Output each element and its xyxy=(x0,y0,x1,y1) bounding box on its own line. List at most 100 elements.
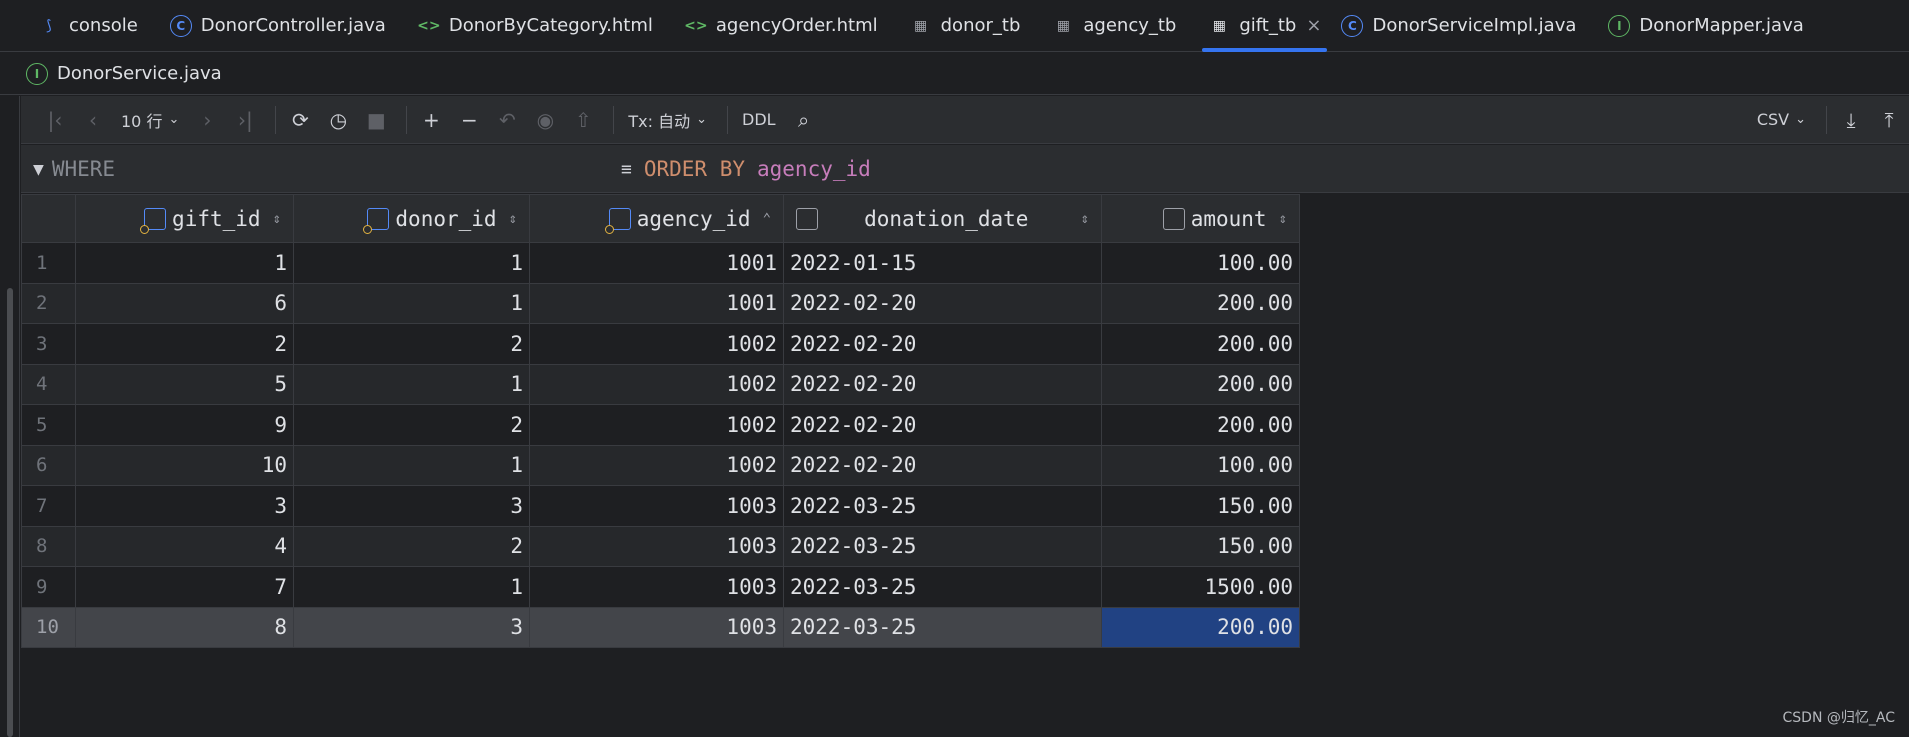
tab-donor-controller[interactable]: C DonorController.java xyxy=(154,0,402,52)
cell-gift-id[interactable]: 9 xyxy=(75,404,294,446)
cell-donation-date[interactable]: 2022-02-20 xyxy=(783,363,1102,405)
cell-donor-id[interactable]: 2 xyxy=(293,323,530,365)
table-row[interactable]: 2 6 1 1001 2022-02-20 200.00 xyxy=(21,282,1300,324)
column-header-donor-id[interactable]: donor_id ⇕ xyxy=(293,194,530,243)
sort-toggle-icon[interactable]: ⇕ xyxy=(1279,211,1287,227)
cell-agency-id[interactable]: 1002 xyxy=(529,444,784,486)
order-by-filter[interactable]: ≡ ORDER BY agency_id xyxy=(621,145,871,193)
cell-agency-id[interactable]: 1001 xyxy=(529,242,784,284)
revert-icon[interactable]: ↶ xyxy=(491,104,523,136)
table-row[interactable]: 7 3 3 1003 2022-03-25 150.00 xyxy=(21,485,1300,527)
cell-gift-id[interactable]: 10 xyxy=(75,444,294,486)
table-row[interactable]: 1 1 1 1001 2022-01-15 100.00 xyxy=(21,242,1300,284)
tab-donor-by-category[interactable]: <> DonorByCategory.html xyxy=(402,0,669,52)
tab-donor-service[interactable]: I DonorService.java xyxy=(26,48,222,100)
search-icon[interactable]: ⌕ xyxy=(788,104,820,136)
cell-donation-date[interactable]: 2022-03-25 xyxy=(783,606,1102,648)
table-row[interactable]: 5 9 2 1002 2022-02-20 200.00 xyxy=(21,404,1300,446)
cell-gift-id[interactable]: 8 xyxy=(75,606,294,648)
cell-agency-id[interactable]: 1002 xyxy=(529,363,784,405)
stop-icon[interactable]: ■ xyxy=(360,104,392,136)
where-filter[interactable]: ▼ WHERE xyxy=(33,145,115,193)
tab-donor-service-impl[interactable]: C DonorServiceImpl.java xyxy=(1337,0,1592,52)
cell-agency-id[interactable]: 1002 xyxy=(529,404,784,446)
upload-icon[interactable]: ⤒ xyxy=(1873,104,1905,136)
cell-donation-date[interactable]: 2022-01-15 xyxy=(783,242,1102,284)
cell-donor-id[interactable]: 3 xyxy=(293,485,530,527)
sort-toggle-icon[interactable]: ⇕ xyxy=(1081,211,1089,227)
close-icon[interactable]: × xyxy=(1306,15,1321,36)
refresh-icon[interactable]: ⟳ xyxy=(284,104,316,136)
cell-agency-id[interactable]: 1003 xyxy=(529,566,784,608)
tab-agency-order[interactable]: <> agencyOrder.html xyxy=(669,0,894,52)
first-page-icon[interactable]: |‹ xyxy=(39,104,71,136)
export-format-select[interactable]: CSV ⌄ xyxy=(1751,104,1812,136)
cell-agency-id[interactable]: 1003 xyxy=(529,485,784,527)
sort-toggle-icon[interactable]: ⇕ xyxy=(509,211,517,227)
cell-amount[interactable]: 200.00 xyxy=(1101,323,1300,365)
column-header-donation-date[interactable]: donation_date ⇕ xyxy=(783,194,1102,243)
cell-donor-id[interactable]: 1 xyxy=(293,566,530,608)
cell-amount[interactable]: 100.00 xyxy=(1101,242,1300,284)
table-row[interactable]: 4 5 1 1002 2022-02-20 200.00 xyxy=(21,363,1300,405)
cell-amount[interactable]: 200.00 xyxy=(1101,363,1300,405)
cell-donor-id[interactable]: 1 xyxy=(293,363,530,405)
column-header-agency-id[interactable]: agency_id ⌃ xyxy=(529,194,784,243)
preview-icon[interactable]: ◉ xyxy=(529,104,561,136)
cell-gift-id[interactable]: 5 xyxy=(75,363,294,405)
page-size-select[interactable]: 10 行 ⌄ xyxy=(115,104,185,136)
cell-amount[interactable]: 1500.00 xyxy=(1101,566,1300,608)
cell-donation-date[interactable]: 2022-03-25 xyxy=(783,566,1102,608)
download-icon[interactable]: ⤓ xyxy=(1835,104,1867,136)
cell-agency-id[interactable]: 1003 xyxy=(529,525,784,567)
table-row[interactable]: 9 7 1 1003 2022-03-25 1500.00 xyxy=(21,566,1300,608)
column-header-amount[interactable]: amount ⇕ xyxy=(1101,194,1300,243)
transaction-mode-select[interactable]: Tx: 自动 ⌄ xyxy=(622,104,713,136)
cell-donation-date[interactable]: 2022-03-25 xyxy=(783,485,1102,527)
tab-donor-mapper[interactable]: I DonorMapper.java xyxy=(1592,0,1819,52)
cell-gift-id[interactable]: 4 xyxy=(75,525,294,567)
cell-gift-id[interactable]: 6 xyxy=(75,282,294,324)
cell-donation-date[interactable]: 2022-02-20 xyxy=(783,444,1102,486)
cell-donor-id[interactable]: 1 xyxy=(293,282,530,324)
cell-agency-id[interactable]: 1002 xyxy=(529,323,784,365)
cell-donor-id[interactable]: 1 xyxy=(293,444,530,486)
delete-row-icon[interactable]: − xyxy=(453,104,485,136)
cell-donation-date[interactable]: 2022-02-20 xyxy=(783,282,1102,324)
cell-gift-id[interactable]: 1 xyxy=(75,242,294,284)
cell-donor-id[interactable]: 2 xyxy=(293,525,530,567)
cell-amount[interactable]: 150.00 xyxy=(1101,485,1300,527)
cell-donation-date[interactable]: 2022-02-20 xyxy=(783,404,1102,446)
tab-gift-tb[interactable]: ▦ gift_tb × xyxy=(1192,0,1337,52)
cell-donation-date[interactable]: 2022-02-20 xyxy=(783,323,1102,365)
cell-amount-selected[interactable]: 200.00 xyxy=(1101,606,1300,648)
cell-amount[interactable]: 200.00 xyxy=(1101,282,1300,324)
cell-donor-id[interactable]: 2 xyxy=(293,404,530,446)
table-row[interactable]: 6 10 1 1002 2022-02-20 100.00 xyxy=(21,444,1300,486)
cell-donor-id[interactable]: 1 xyxy=(293,242,530,284)
cell-gift-id[interactable]: 3 xyxy=(75,485,294,527)
last-page-icon[interactable]: ›| xyxy=(229,104,261,136)
ddl-button[interactable]: DDL xyxy=(736,104,782,136)
cell-donation-date[interactable]: 2022-03-25 xyxy=(783,525,1102,567)
cell-amount[interactable]: 150.00 xyxy=(1101,525,1300,567)
add-row-icon[interactable]: + xyxy=(415,104,447,136)
submit-icon[interactable]: ⇧ xyxy=(567,104,599,136)
previous-page-icon[interactable]: ‹ xyxy=(77,104,109,136)
table-row-selected[interactable]: 10 8 3 1003 2022-03-25 200.00 xyxy=(21,606,1300,648)
cell-agency-id[interactable]: 1003 xyxy=(529,606,784,648)
sort-ascending-icon[interactable]: ⌃ xyxy=(763,211,771,227)
next-page-icon[interactable]: › xyxy=(191,104,223,136)
sort-toggle-icon[interactable]: ⇕ xyxy=(273,211,281,227)
cell-amount[interactable]: 200.00 xyxy=(1101,404,1300,446)
cell-agency-id[interactable]: 1001 xyxy=(529,282,784,324)
cell-donor-id[interactable]: 3 xyxy=(293,606,530,648)
tab-donor-tb[interactable]: ▦ donor_tb xyxy=(894,0,1037,52)
history-icon[interactable]: ◷ xyxy=(322,104,354,136)
cell-gift-id[interactable]: 7 xyxy=(75,566,294,608)
tab-agency-tb[interactable]: ▦ agency_tb xyxy=(1036,0,1192,52)
cell-amount[interactable]: 100.00 xyxy=(1101,444,1300,486)
table-row[interactable]: 8 4 2 1003 2022-03-25 150.00 xyxy=(21,525,1300,567)
tab-console[interactable]: ⟆ console xyxy=(22,0,154,52)
table-row[interactable]: 3 2 2 1002 2022-02-20 200.00 xyxy=(21,323,1300,365)
